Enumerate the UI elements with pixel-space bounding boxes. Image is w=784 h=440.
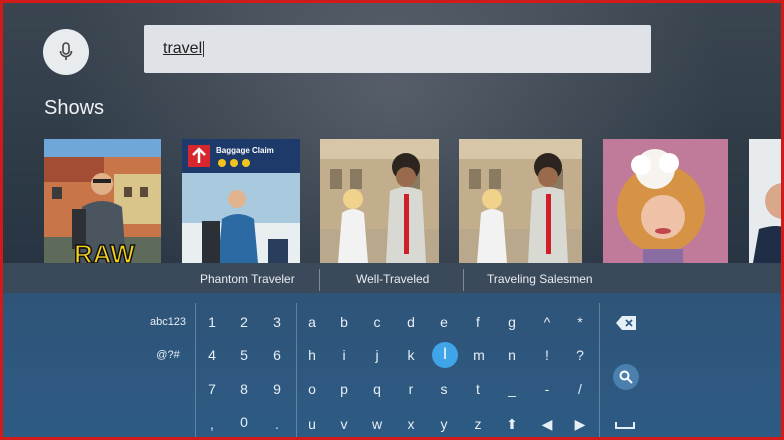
- section-title-shows: Shows: [44, 97, 105, 119]
- space-key[interactable]: [615, 420, 635, 430]
- key[interactable]: r: [398, 378, 424, 400]
- search-icon: [619, 370, 633, 384]
- key[interactable]: 5: [231, 344, 257, 366]
- key[interactable]: 1: [199, 311, 225, 333]
- baggage-sign-text: Baggage Claim: [216, 146, 274, 155]
- key[interactable]: z: [465, 413, 491, 435]
- key[interactable]: 4: [199, 344, 225, 366]
- key[interactable]: !: [534, 344, 560, 366]
- key[interactable]: m: [466, 344, 492, 366]
- key[interactable]: g: [499, 311, 525, 333]
- show-tile-raw[interactable]: RAW: [44, 139, 161, 263]
- raw-overlay-text: RAW: [74, 239, 135, 263]
- key[interactable]: a: [299, 311, 325, 333]
- key[interactable]: -: [534, 378, 560, 400]
- key[interactable]: ?: [567, 344, 593, 366]
- key[interactable]: w: [364, 413, 390, 435]
- key[interactable]: n: [499, 344, 525, 366]
- key[interactable]: s: [431, 378, 457, 400]
- key[interactable]: ^: [534, 311, 560, 333]
- key[interactable]: h: [299, 344, 325, 366]
- key[interactable]: _: [499, 378, 525, 400]
- key[interactable]: e: [431, 311, 457, 333]
- search-input[interactable]: travel: [144, 25, 651, 73]
- search-query: travel: [163, 40, 203, 57]
- keyboard-divider: [599, 303, 600, 437]
- key[interactable]: 9: [264, 378, 290, 400]
- key[interactable]: j: [364, 344, 390, 366]
- show-tile-partial[interactable]: [749, 139, 781, 263]
- cursor-left-key[interactable]: ◀: [534, 413, 560, 435]
- key[interactable]: .: [264, 413, 290, 435]
- backspace-key[interactable]: [615, 315, 637, 331]
- key[interactable]: 0: [231, 411, 257, 433]
- search-key[interactable]: [613, 364, 639, 390]
- key[interactable]: 8: [231, 378, 257, 400]
- key[interactable]: /: [567, 378, 593, 400]
- key[interactable]: *: [567, 311, 593, 333]
- voice-search-button[interactable]: [43, 29, 89, 75]
- backspace-icon: [616, 316, 636, 330]
- key[interactable]: i: [331, 344, 357, 366]
- label-phantom-traveler: Phantom Traveler: [200, 272, 295, 286]
- label-divider: [463, 269, 464, 291]
- key[interactable]: y: [431, 413, 457, 435]
- keyboard-divider: [296, 303, 297, 437]
- show-tile-portrait[interactable]: [603, 139, 728, 263]
- key[interactable]: 2: [231, 311, 257, 333]
- label-well-traveled: Well-Traveled: [356, 272, 430, 286]
- key[interactable]: p: [331, 378, 357, 400]
- cursor-right-key[interactable]: ▶: [567, 413, 593, 435]
- on-screen-keyboard: [3, 293, 781, 437]
- key-selected[interactable]: l: [432, 342, 458, 368]
- label-divider: [319, 269, 320, 291]
- shift-key[interactable]: ⬆: [499, 413, 525, 435]
- key-mode-abc123[interactable]: abc123: [143, 311, 193, 333]
- key[interactable]: t: [465, 378, 491, 400]
- keyboard-divider: [195, 303, 196, 437]
- label-traveling-salesmen: Traveling Salesmen: [487, 272, 593, 286]
- key-mode-symbols[interactable]: @?#: [143, 344, 193, 366]
- key[interactable]: u: [299, 413, 325, 435]
- key[interactable]: q: [364, 378, 390, 400]
- key[interactable]: v: [331, 413, 357, 435]
- key[interactable]: ,: [199, 413, 225, 435]
- show-tile-street-1[interactable]: [320, 139, 439, 263]
- key[interactable]: k: [398, 344, 424, 366]
- space-icon: [615, 422, 635, 429]
- key[interactable]: 6: [264, 344, 290, 366]
- key[interactable]: x: [398, 413, 424, 435]
- key[interactable]: f: [465, 311, 491, 333]
- text-caret: [203, 41, 205, 57]
- key[interactable]: 3: [264, 311, 290, 333]
- key[interactable]: c: [364, 311, 390, 333]
- microphone-icon: [59, 42, 73, 60]
- show-tile-street-2[interactable]: [459, 139, 582, 263]
- show-tile-baggage[interactable]: Baggage Claim: [182, 139, 300, 263]
- key[interactable]: 7: [199, 378, 225, 400]
- key[interactable]: o: [299, 378, 325, 400]
- key[interactable]: b: [331, 311, 357, 333]
- key[interactable]: d: [398, 311, 424, 333]
- tv-screen: travel Shows RAW Baggage Claim Phantom T…: [0, 0, 784, 440]
